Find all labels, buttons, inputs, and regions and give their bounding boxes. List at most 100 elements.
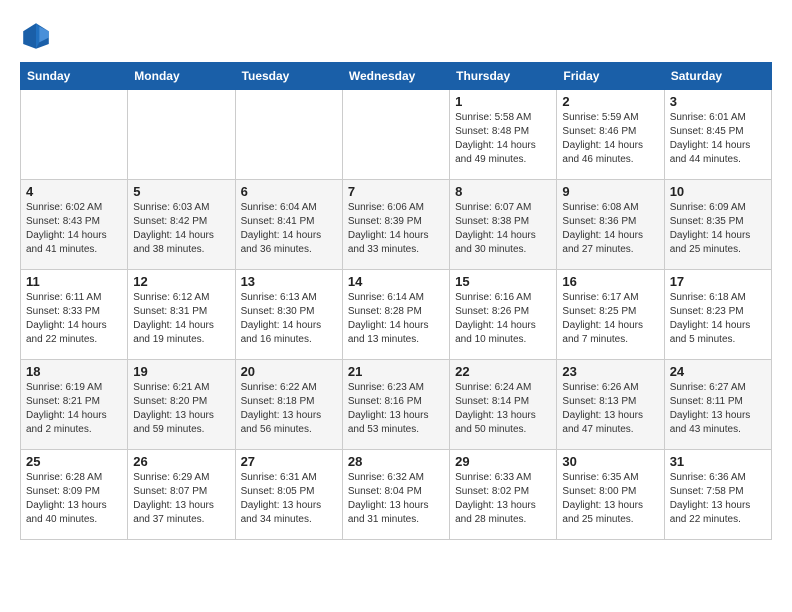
day-cell: 26 Sunrise: 6:29 AMSunset: 8:07 PMDayligh…	[128, 450, 235, 540]
day-number: 29	[455, 454, 551, 469]
day-number: 4	[26, 184, 122, 199]
day-cell: 19 Sunrise: 6:21 AMSunset: 8:20 PMDayligh…	[128, 360, 235, 450]
day-number: 6	[241, 184, 337, 199]
day-info: Sunrise: 6:08 AMSunset: 8:36 PMDaylight:…	[562, 201, 658, 257]
day-number: 27	[241, 454, 337, 469]
logo	[20, 20, 56, 52]
day-number: 1	[455, 94, 551, 109]
day-cell: 12 Sunrise: 6:12 AMSunset: 8:31 PMDayligh…	[128, 270, 235, 360]
day-info: Sunrise: 6:31 AMSunset: 8:05 PMDaylight:…	[241, 471, 337, 527]
day-info: Sunrise: 6:18 AMSunset: 8:23 PMDaylight:…	[670, 291, 766, 347]
day-cell: 31 Sunrise: 6:36 AMSunset: 7:58 PMDayligh…	[664, 450, 771, 540]
week-row-5: 25Sunrise: 6:28 AMSunset: 8:09 PMDayligh…	[21, 450, 772, 540]
week-row-1: 1 Sunrise: 5:58 AMSunset: 8:48 PMDaylight…	[21, 90, 772, 180]
day-cell: 7 Sunrise: 6:06 AMSunset: 8:39 PMDaylight…	[342, 180, 449, 270]
weekday-header-thursday: Thursday	[450, 63, 557, 90]
week-row-4: 18Sunrise: 6:19 AMSunset: 8:21 PMDayligh…	[21, 360, 772, 450]
weekday-header-sunday: Sunday	[21, 63, 128, 90]
day-cell: 20 Sunrise: 6:22 AMSunset: 8:18 PMDayligh…	[235, 360, 342, 450]
day-cell: 8Sunrise: 6:07 AMSunset: 8:38 PMDaylight…	[450, 180, 557, 270]
day-number: 7	[348, 184, 444, 199]
day-cell	[128, 90, 235, 180]
day-number: 16	[562, 274, 658, 289]
day-number: 20	[241, 364, 337, 379]
day-number: 24	[670, 364, 766, 379]
day-cell: 5 Sunrise: 6:03 AMSunset: 8:42 PMDaylight…	[128, 180, 235, 270]
day-info: Sunrise: 6:32 AMSunset: 8:04 PMDaylight:…	[348, 471, 444, 527]
day-info: Sunrise: 6:06 AMSunset: 8:39 PMDaylight:…	[348, 201, 444, 257]
day-cell: 14Sunrise: 6:14 AMSunset: 8:28 PMDayligh…	[342, 270, 449, 360]
day-cell: 28 Sunrise: 6:32 AMSunset: 8:04 PMDayligh…	[342, 450, 449, 540]
day-info: Sunrise: 6:27 AMSunset: 8:11 PMDaylight:…	[670, 381, 766, 437]
day-cell: 27 Sunrise: 6:31 AMSunset: 8:05 PMDayligh…	[235, 450, 342, 540]
day-info: Sunrise: 6:12 AMSunset: 8:31 PMDaylight:…	[133, 291, 229, 347]
day-cell: 15 Sunrise: 6:16 AMSunset: 8:26 PMDayligh…	[450, 270, 557, 360]
day-number: 13	[241, 274, 337, 289]
calendar-table: SundayMondayTuesdayWednesdayThursdayFrid…	[20, 62, 772, 540]
day-cell: 17 Sunrise: 6:18 AMSunset: 8:23 PMDayligh…	[664, 270, 771, 360]
day-cell: 30 Sunrise: 6:35 AMSunset: 8:00 PMDayligh…	[557, 450, 664, 540]
day-cell: 9 Sunrise: 6:08 AMSunset: 8:36 PMDaylight…	[557, 180, 664, 270]
day-number: 15	[455, 274, 551, 289]
day-info: Sunrise: 6:22 AMSunset: 8:18 PMDaylight:…	[241, 381, 337, 437]
day-number: 30	[562, 454, 658, 469]
day-cell: 24 Sunrise: 6:27 AMSunset: 8:11 PMDayligh…	[664, 360, 771, 450]
day-number: 21	[348, 364, 444, 379]
day-cell: 21 Sunrise: 6:23 AMSunset: 8:16 PMDayligh…	[342, 360, 449, 450]
day-info: Sunrise: 5:58 AMSunset: 8:48 PMDaylight:…	[455, 111, 551, 167]
day-info: Sunrise: 6:26 AMSunset: 8:13 PMDaylight:…	[562, 381, 658, 437]
day-cell: 16 Sunrise: 6:17 AMSunset: 8:25 PMDayligh…	[557, 270, 664, 360]
day-cell: 22Sunrise: 6:24 AMSunset: 8:14 PMDayligh…	[450, 360, 557, 450]
weekday-header-row: SundayMondayTuesdayWednesdayThursdayFrid…	[21, 63, 772, 90]
day-info: Sunrise: 6:11 AMSunset: 8:33 PMDaylight:…	[26, 291, 122, 347]
day-info: Sunrise: 6:13 AMSunset: 8:30 PMDaylight:…	[241, 291, 337, 347]
day-info: Sunrise: 6:16 AMSunset: 8:26 PMDaylight:…	[455, 291, 551, 347]
day-number: 31	[670, 454, 766, 469]
day-cell: 2 Sunrise: 5:59 AMSunset: 8:46 PMDaylight…	[557, 90, 664, 180]
day-cell	[235, 90, 342, 180]
day-number: 17	[670, 274, 766, 289]
day-info: Sunrise: 6:21 AMSunset: 8:20 PMDaylight:…	[133, 381, 229, 437]
weekday-header-friday: Friday	[557, 63, 664, 90]
day-info: Sunrise: 6:09 AMSunset: 8:35 PMDaylight:…	[670, 201, 766, 257]
day-cell: 1 Sunrise: 5:58 AMSunset: 8:48 PMDaylight…	[450, 90, 557, 180]
day-number: 22	[455, 364, 551, 379]
day-number: 5	[133, 184, 229, 199]
day-info: Sunrise: 6:01 AMSunset: 8:45 PMDaylight:…	[670, 111, 766, 167]
day-number: 9	[562, 184, 658, 199]
day-info: Sunrise: 6:33 AMSunset: 8:02 PMDaylight:…	[455, 471, 551, 527]
day-info: Sunrise: 6:36 AMSunset: 7:58 PMDaylight:…	[670, 471, 766, 527]
logo-icon	[20, 20, 52, 52]
day-number: 28	[348, 454, 444, 469]
day-number: 25	[26, 454, 122, 469]
day-info: Sunrise: 6:04 AMSunset: 8:41 PMDaylight:…	[241, 201, 337, 257]
day-number: 3	[670, 94, 766, 109]
day-cell: 29 Sunrise: 6:33 AMSunset: 8:02 PMDayligh…	[450, 450, 557, 540]
day-info: Sunrise: 6:29 AMSunset: 8:07 PMDaylight:…	[133, 471, 229, 527]
day-cell: 4Sunrise: 6:02 AMSunset: 8:43 PMDaylight…	[21, 180, 128, 270]
week-row-2: 4Sunrise: 6:02 AMSunset: 8:43 PMDaylight…	[21, 180, 772, 270]
day-info: Sunrise: 5:59 AMSunset: 8:46 PMDaylight:…	[562, 111, 658, 167]
day-info: Sunrise: 6:17 AMSunset: 8:25 PMDaylight:…	[562, 291, 658, 347]
weekday-header-monday: Monday	[128, 63, 235, 90]
day-number: 2	[562, 94, 658, 109]
header	[20, 20, 772, 52]
day-number: 26	[133, 454, 229, 469]
day-info: Sunrise: 6:35 AMSunset: 8:00 PMDaylight:…	[562, 471, 658, 527]
day-number: 12	[133, 274, 229, 289]
day-cell: 6 Sunrise: 6:04 AMSunset: 8:41 PMDaylight…	[235, 180, 342, 270]
day-info: Sunrise: 6:14 AMSunset: 8:28 PMDaylight:…	[348, 291, 444, 347]
day-number: 11	[26, 274, 122, 289]
day-number: 19	[133, 364, 229, 379]
day-number: 23	[562, 364, 658, 379]
day-info: Sunrise: 6:23 AMSunset: 8:16 PMDaylight:…	[348, 381, 444, 437]
day-cell: 25Sunrise: 6:28 AMSunset: 8:09 PMDayligh…	[21, 450, 128, 540]
day-info: Sunrise: 6:19 AMSunset: 8:21 PMDaylight:…	[26, 381, 122, 437]
day-info: Sunrise: 6:07 AMSunset: 8:38 PMDaylight:…	[455, 201, 551, 257]
day-cell: 18Sunrise: 6:19 AMSunset: 8:21 PMDayligh…	[21, 360, 128, 450]
day-cell	[21, 90, 128, 180]
day-info: Sunrise: 6:03 AMSunset: 8:42 PMDaylight:…	[133, 201, 229, 257]
day-cell	[342, 90, 449, 180]
day-cell: 13 Sunrise: 6:13 AMSunset: 8:30 PMDayligh…	[235, 270, 342, 360]
weekday-header-saturday: Saturday	[664, 63, 771, 90]
